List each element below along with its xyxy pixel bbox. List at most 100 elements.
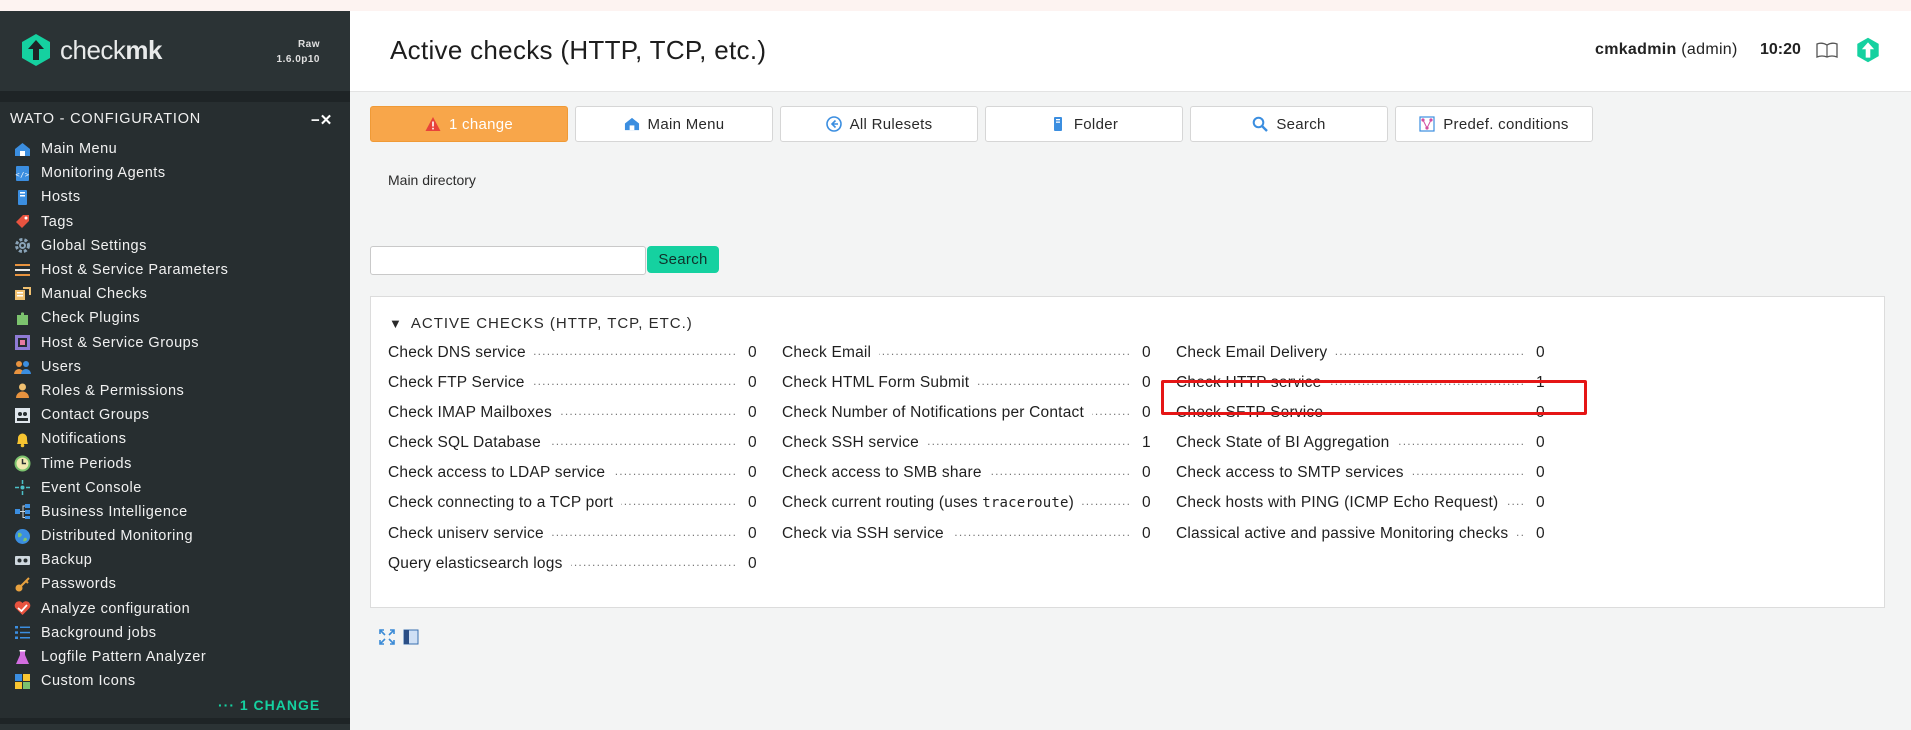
ruleset-entry[interactable]: ........................................… bbox=[1176, 458, 1556, 488]
ruleset-link[interactable]: Check State of BI Aggregation bbox=[1176, 434, 1398, 453]
sidebar-item-main-menu[interactable]: Main Menu bbox=[14, 137, 344, 161]
ruleset-entry[interactable]: ........................................… bbox=[782, 519, 1162, 549]
snapin-title[interactable]: WATO - CONFIGURATION bbox=[10, 111, 201, 127]
ruleset-link[interactable]: Check access to SMTP services bbox=[1176, 464, 1412, 483]
ruleset-label: Check SSH service bbox=[782, 434, 919, 452]
ruleset-label-code: traceroute bbox=[982, 495, 1069, 512]
ruleset-link[interactable]: Check DNS service bbox=[388, 344, 534, 362]
contact-groups-icon bbox=[14, 407, 31, 424]
ruleset-entry[interactable]: ........................................… bbox=[388, 428, 768, 458]
sidebar-item-roles-permissions[interactable]: Roles & Permissions bbox=[14, 379, 344, 403]
sidebar-item-background-jobs[interactable]: Background jobs bbox=[14, 621, 344, 645]
ruleset-entry[interactable]: ........................................… bbox=[1176, 488, 1556, 518]
hosts-icon bbox=[14, 189, 31, 206]
sidebar-item-label: Notifications bbox=[41, 431, 127, 448]
ruleset-label: Check DNS service bbox=[388, 344, 526, 361]
sidebar-item-contact-groups[interactable]: Contact Groups bbox=[14, 403, 344, 427]
ruleset-entry[interactable]: ........................................… bbox=[782, 428, 1162, 458]
sidebar-item-host-service-groups[interactable]: Host & Service Groups bbox=[14, 331, 344, 355]
sidebar-item-analyze-configuration[interactable]: Analyze configuration bbox=[14, 597, 344, 621]
ruleset-entry[interactable]: ........................................… bbox=[782, 368, 1162, 398]
predef-conditions-button[interactable]: Predef. conditions bbox=[1395, 106, 1593, 142]
ruleset-link[interactable]: Check via SSH service bbox=[782, 524, 952, 543]
ruleset-label: Check State of BI Aggregation bbox=[1176, 434, 1390, 452]
search-button[interactable]: Search bbox=[647, 246, 719, 273]
ruleset-entry[interactable]: ........................................… bbox=[388, 549, 768, 579]
fullscreen-icon[interactable] bbox=[378, 628, 396, 646]
sidebar-toggle-icon[interactable] bbox=[402, 628, 420, 646]
sidebar-item-check-plugins[interactable]: Check Plugins bbox=[14, 306, 344, 330]
ruleset-entry[interactable]: ........................................… bbox=[388, 368, 768, 398]
ruleset-link[interactable]: Query elasticsearch logs bbox=[388, 554, 571, 573]
ruleset-label: Check Email Delivery bbox=[1176, 344, 1328, 361]
sidebar-item-tags[interactable]: Tags bbox=[14, 210, 344, 234]
sidebar-item-event-console[interactable]: Event Console bbox=[14, 476, 344, 500]
panel-title[interactable]: ▼ ACTIVE CHECKS (HTTP, TCP, ETC.) bbox=[389, 315, 693, 332]
ruleset-entry[interactable]: ........................................… bbox=[388, 398, 768, 428]
ruleset-link[interactable]: Check access to LDAP service bbox=[388, 464, 614, 483]
ruleset-link[interactable]: Check connecting to a TCP port bbox=[388, 494, 622, 513]
sidebar-item-custom-icons[interactable]: Custom Icons bbox=[14, 669, 344, 693]
ruleset-link[interactable]: Classical active and passive Monitoring … bbox=[1176, 524, 1517, 543]
pending-changes-button[interactable]: 1 change bbox=[370, 106, 568, 142]
sidebar-item-distributed-monitoring[interactable]: Distributed Monitoring bbox=[14, 524, 344, 548]
sidebar-item-hosts[interactable]: Hosts bbox=[14, 185, 344, 209]
ruleset-entry[interactable]: ........................................… bbox=[782, 458, 1162, 488]
sidebar-item-business-intelligence[interactable]: Business Intelligence bbox=[14, 500, 344, 524]
ruleset-entry[interactable]: ........................................… bbox=[388, 488, 768, 518]
ruleset-search-input[interactable] bbox=[370, 246, 646, 275]
all-rulesets-button[interactable]: All Rulesets bbox=[780, 106, 978, 142]
ruleset-entry[interactable]: ........................................… bbox=[1176, 428, 1556, 458]
ruleset-link[interactable]: Check FTP Service bbox=[388, 374, 533, 393]
ruleset-link[interactable]: Check HTML Form Submit bbox=[782, 374, 978, 393]
sidebar-item-monitoring-agents[interactable]: </> Monitoring Agents bbox=[14, 161, 344, 185]
snapin-controls[interactable]: −✕ bbox=[311, 111, 332, 129]
sidebar-item-notifications[interactable]: Notifications bbox=[14, 427, 344, 451]
ruleset-label: Check current routing (uses bbox=[782, 494, 983, 512]
rule-count: 0 bbox=[748, 344, 757, 361]
sidebar-item-passwords[interactable]: Passwords bbox=[14, 572, 344, 596]
breadcrumb[interactable]: Main directory bbox=[388, 172, 476, 188]
ruleset-link[interactable]: Check IMAP Mailboxes bbox=[388, 404, 560, 423]
sidebar-item-users[interactable]: Users bbox=[14, 355, 344, 379]
ruleset-entry[interactable]: ........................................… bbox=[388, 338, 768, 368]
sidebar-item-logfile-pattern-analyzer[interactable]: Logfile Pattern Analyzer bbox=[14, 645, 344, 669]
search-button[interactable]: Search bbox=[1190, 106, 1388, 142]
ruleset-label: Check hosts with PING (ICMP Echo Request… bbox=[1176, 494, 1499, 512]
sidebar-item-global-settings[interactable]: Global Settings bbox=[14, 234, 344, 258]
ruleset-link[interactable]: Check access to SMB share bbox=[782, 464, 990, 483]
sidebar-item-manual-checks[interactable]: Manual Checks bbox=[14, 282, 344, 306]
sidebar-item-time-periods[interactable]: Time Periods bbox=[14, 451, 344, 475]
ruleset-label: Check access to SMB share bbox=[782, 464, 982, 482]
ruleset-entry[interactable]: ........................................… bbox=[782, 398, 1162, 428]
ruleset-label: Check HTML Form Submit bbox=[782, 374, 970, 392]
checkmk-header-logo-icon[interactable] bbox=[1855, 37, 1881, 63]
ruleset-entry[interactable]: ........................................… bbox=[388, 458, 768, 488]
ruleset-link[interactable]: Check hosts with PING (ICMP Echo Request… bbox=[1176, 494, 1507, 513]
book-icon[interactable] bbox=[1816, 42, 1838, 58]
ruleset-link[interactable]: Check current routing (uses traceroute) bbox=[782, 494, 1082, 513]
ruleset-entry[interactable]: ........................................… bbox=[782, 488, 1162, 518]
ruleset-entry[interactable]: ........................................… bbox=[782, 338, 1162, 368]
sidebar-item-host-service-parameters[interactable]: Host & Service Parameters bbox=[14, 258, 344, 282]
ruleset-entry[interactable]: ........................................… bbox=[1176, 338, 1556, 368]
collapse-triangle-icon[interactable]: ▼ bbox=[389, 316, 403, 331]
ruleset-link[interactable]: Check Email bbox=[782, 344, 880, 362]
sidebar-item-backup[interactable]: Backup bbox=[14, 548, 344, 572]
brand-area[interactable]: checkmk Raw 1.6.0p10 bbox=[0, 11, 350, 91]
back-icon bbox=[825, 116, 842, 132]
ruleset-link[interactable]: Check SSH service bbox=[782, 434, 927, 453]
home-icon bbox=[624, 116, 640, 132]
pending-changes-link[interactable]: ··· 1 CHANGE bbox=[218, 697, 320, 713]
rule-count: 0 bbox=[1536, 464, 1545, 482]
ruleset-entry[interactable]: ........................................… bbox=[1176, 519, 1556, 549]
ruleset-link[interactable]: Check SQL Database bbox=[388, 434, 549, 453]
ruleset-link[interactable]: Check uniserv service bbox=[388, 524, 552, 543]
ruleset-link[interactable]: Check Email Delivery bbox=[1176, 344, 1336, 362]
ruleset-entry[interactable]: ........................................… bbox=[388, 519, 768, 549]
folder-button[interactable]: Folder bbox=[985, 106, 1183, 142]
ruleset-link[interactable]: Check Number of Notifications per Contac… bbox=[782, 404, 1092, 423]
user-info[interactable]: cmkadmin (admin) bbox=[1595, 41, 1738, 59]
main-menu-button[interactable]: Main Menu bbox=[575, 106, 773, 142]
highlight-box bbox=[1161, 380, 1587, 415]
